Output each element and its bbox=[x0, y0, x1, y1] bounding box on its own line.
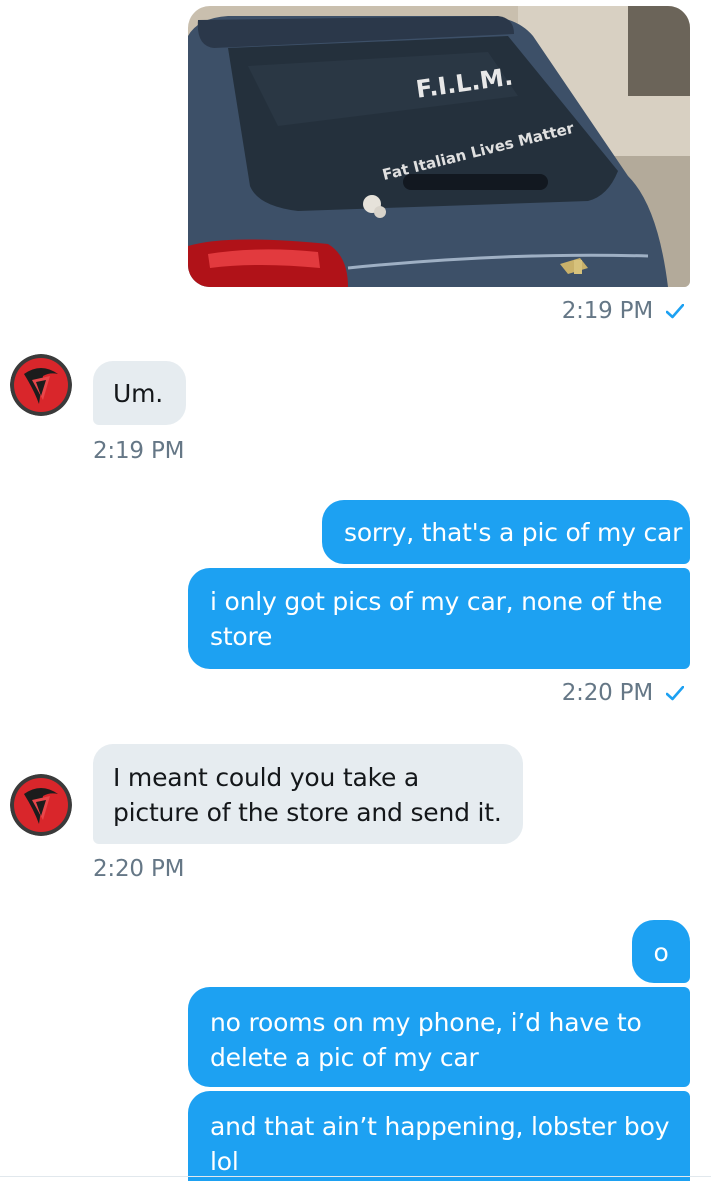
avatar[interactable] bbox=[10, 774, 72, 836]
message-text: Um. bbox=[113, 379, 163, 408]
message-bubble-incoming[interactable]: Um. bbox=[93, 361, 186, 425]
car-photo-message[interactable]: F.I.L.M. Fat Italian Lives Matter bbox=[188, 6, 690, 287]
avatar[interactable] bbox=[10, 354, 72, 416]
red-sword-emblem-icon bbox=[10, 774, 72, 836]
car-rear-window-image: F.I.L.M. Fat Italian Lives Matter bbox=[188, 6, 690, 287]
divider bbox=[0, 1176, 711, 1177]
message-text: I meant could you take a picture of the … bbox=[113, 763, 502, 827]
red-sword-emblem-icon bbox=[10, 354, 72, 416]
message-text: sorry, that's a pic of my car bbox=[344, 518, 683, 547]
message-bubble-outgoing[interactable]: o bbox=[632, 920, 690, 983]
message-bubble-outgoing[interactable]: and that ain’t happening, lobster boy lo… bbox=[188, 1091, 690, 1181]
message-text: i only got pics of my car, none of the s… bbox=[210, 587, 663, 651]
timestamp: 2:20 PM bbox=[93, 856, 185, 882]
message-text: and that ain’t happening, lobster boy lo… bbox=[210, 1112, 670, 1176]
check-icon bbox=[666, 686, 684, 701]
message-bubble-incoming[interactable]: I meant could you take a picture of the … bbox=[93, 744, 523, 844]
check-icon bbox=[666, 304, 684, 319]
message-bubble-outgoing[interactable]: no rooms on my phone, i’d have to delete… bbox=[188, 987, 690, 1087]
timestamp: 2:19 PM bbox=[93, 438, 185, 464]
message-text: no rooms on my phone, i’d have to delete… bbox=[210, 1008, 642, 1072]
timestamp: 2:19 PM bbox=[561, 298, 653, 324]
timestamp: 2:20 PM bbox=[561, 680, 653, 706]
message-bubble-outgoing[interactable]: sorry, that's a pic of my car bbox=[322, 500, 690, 564]
message-text: o bbox=[653, 938, 669, 967]
message-bubble-outgoing[interactable]: i only got pics of my car, none of the s… bbox=[188, 568, 690, 669]
